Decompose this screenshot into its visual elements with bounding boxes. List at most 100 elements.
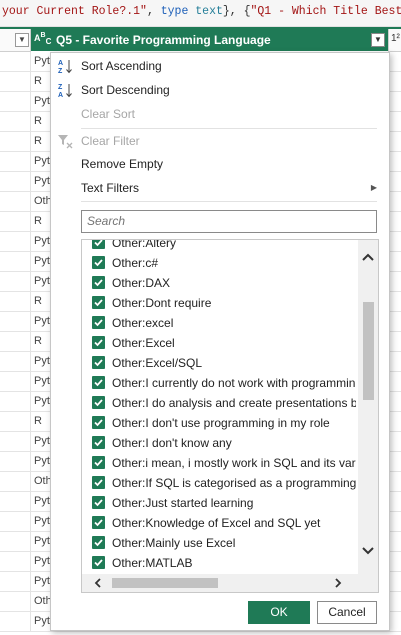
- filter-value-label: Other:MATLAB: [112, 556, 193, 570]
- scroll-right-icon[interactable]: [332, 577, 344, 589]
- filter-value-label: Other:Dont require: [112, 296, 212, 310]
- formula-string-2: "Q1 - Which Title Best Fi: [250, 5, 401, 18]
- formula-string-1: your Current Role?.1": [2, 5, 147, 18]
- scroll-down-icon[interactable]: [358, 540, 378, 560]
- sort-descending-label: Sort Descending: [81, 83, 170, 97]
- filter-value-label: Other:Mainly use Excel: [112, 536, 236, 550]
- filter-value-item[interactable]: Other:I don't use programming in my role: [82, 413, 356, 433]
- sort-descending-icon: Z A: [58, 84, 72, 98]
- cancel-button[interactable]: Cancel: [317, 601, 377, 624]
- checkbox-checked-icon[interactable]: [92, 316, 105, 329]
- checkbox-checked-icon[interactable]: [92, 476, 105, 489]
- formula-type-text: text: [195, 5, 223, 18]
- filter-value-label: Other:Excel: [112, 336, 175, 350]
- sort-ascending-icon: A Z: [58, 60, 72, 74]
- checkbox-checked-icon[interactable]: [92, 276, 105, 289]
- filter-value-item[interactable]: Other:i mean, i mostly work in SQL and i…: [82, 453, 356, 473]
- filter-value-item[interactable]: Other:Excel: [82, 333, 356, 353]
- filter-value-item[interactable]: Other:Just started learning: [82, 493, 356, 513]
- filter-menu: A Z Sort Ascending Z A Sort Descending C…: [50, 52, 390, 631]
- value-list[interactable]: Other:Altery Other:c# Other:DAX Other:Dont …: [81, 239, 379, 593]
- column-header[interactable]: ABC Q5 - Favorite Programming Language ▼: [31, 29, 388, 51]
- search-box[interactable]: [81, 210, 377, 233]
- formula-sep-1: ,: [146, 5, 161, 18]
- filter-value-item[interactable]: Other:If SQL is categorised as a program…: [82, 473, 356, 493]
- search-input[interactable]: [82, 211, 376, 230]
- checkbox-checked-icon[interactable]: [92, 436, 105, 449]
- remove-empty-label: Remove Empty: [81, 157, 164, 171]
- horizontal-scrollbar[interactable]: [82, 574, 378, 592]
- clear-sort-label: Clear Sort: [81, 107, 136, 121]
- filter-value-item[interactable]: Other:DAX: [82, 273, 356, 293]
- svg-text:Z: Z: [58, 68, 63, 74]
- checkbox-checked-icon[interactable]: [92, 296, 105, 309]
- filter-value-label: Other:i mean, i mostly work in SQL and i…: [112, 456, 356, 470]
- number-type-icon: 1²: [391, 33, 400, 44]
- filter-value-item[interactable]: Other:Altery: [82, 239, 356, 253]
- filter-value-item[interactable]: Other:Knowledge of Excel and SQL yet: [82, 513, 356, 533]
- svg-text:Z: Z: [58, 84, 63, 91]
- sort-ascending-label: Sort Ascending: [81, 59, 162, 73]
- formula-keyword-type: type: [160, 5, 189, 18]
- checkbox-checked-icon[interactable]: [92, 416, 105, 429]
- filter-value-item[interactable]: Other:Dont require: [82, 293, 356, 313]
- svg-text:A: A: [58, 60, 63, 67]
- filter-value-label: Other:I don't use programming in my role: [112, 416, 330, 430]
- text-filters-label: Text Filters: [81, 181, 140, 195]
- sort-descending-item[interactable]: Z A Sort Descending: [51, 79, 387, 101]
- submenu-arrow-icon: ▶: [370, 183, 377, 192]
- filter-dropdown-icon[interactable]: ▼: [371, 33, 385, 47]
- filter-value-label: Other:Knowledge of Excel and SQL yet: [112, 516, 321, 530]
- vertical-scroll-thumb[interactable]: [363, 302, 374, 400]
- prev-column-header[interactable]: ▼: [0, 29, 31, 52]
- clear-sort-item: Clear Sort: [51, 103, 387, 125]
- filter-value-item[interactable]: Other:I don't know any: [82, 433, 356, 453]
- menu-separator: [81, 128, 377, 129]
- checkbox-checked-icon[interactable]: [92, 516, 105, 529]
- filter-value-item[interactable]: Other:I do analysis and create presentat…: [82, 393, 356, 413]
- filter-value-label: Other:c#: [112, 256, 159, 270]
- filter-value-label: Other:Altery: [112, 239, 177, 250]
- text-filters-item[interactable]: Text Filters ▶: [51, 177, 387, 199]
- next-column-header[interactable]: 1²: [388, 29, 401, 52]
- scroll-left-icon[interactable]: [92, 577, 104, 589]
- horizontal-scroll-thumb[interactable]: [112, 578, 218, 588]
- filter-value-item[interactable]: Other:MATLAB: [82, 553, 356, 573]
- checkbox-checked-icon[interactable]: [92, 336, 105, 349]
- checkbox-checked-icon[interactable]: [92, 240, 105, 249]
- filter-value-item[interactable]: Other:c#: [82, 253, 356, 273]
- filter-value-label: Other:DAX: [112, 276, 171, 290]
- value-list-items: Other:Altery Other:c# Other:DAX Other:Dont …: [82, 239, 356, 573]
- formula-bar[interactable]: your Current Role?.1", type text}, {"Q1 …: [0, 0, 401, 27]
- filter-value-item[interactable]: Other:excel: [82, 313, 356, 333]
- checkbox-checked-icon[interactable]: [92, 536, 105, 549]
- filter-value-label: Other:I don't know any: [112, 436, 232, 450]
- formula-sep-2: }, {: [222, 5, 251, 18]
- scroll-up-icon[interactable]: [358, 248, 378, 268]
- column-title: Q5 - Favorite Programming Language: [56, 33, 271, 47]
- remove-empty-item[interactable]: Remove Empty: [51, 153, 387, 175]
- checkbox-checked-icon[interactable]: [92, 356, 105, 369]
- checkbox-checked-icon[interactable]: [92, 456, 105, 469]
- filter-value-label: Other:excel: [112, 316, 174, 330]
- ok-button[interactable]: OK: [248, 601, 310, 624]
- filter-value-item[interactable]: Other:Excel/SQL: [82, 353, 356, 373]
- vertical-scrollbar[interactable]: [358, 240, 378, 574]
- filter-value-item[interactable]: Other:I currently do not work with progr…: [82, 373, 356, 393]
- checkbox-checked-icon[interactable]: [92, 376, 105, 389]
- filter-value-item[interactable]: Other:Mainly use Excel: [82, 533, 356, 553]
- filter-value-label: Other:I do analysis and create presentat…: [112, 396, 356, 410]
- checkbox-checked-icon[interactable]: [92, 556, 105, 569]
- filter-value-label: Other:Just started learning: [112, 496, 254, 510]
- checkbox-checked-icon[interactable]: [92, 396, 105, 409]
- filter-value-label: Other:Excel/SQL: [112, 356, 203, 370]
- checkbox-checked-icon[interactable]: [92, 496, 105, 509]
- clear-filter-icon: [58, 135, 73, 149]
- checkbox-checked-icon[interactable]: [92, 256, 105, 269]
- prev-column-dropdown-icon[interactable]: ▼: [15, 33, 29, 47]
- sort-ascending-item[interactable]: A Z Sort Ascending: [51, 55, 387, 77]
- menu-separator: [81, 201, 377, 202]
- clear-filter-item: Clear Filter: [51, 130, 387, 152]
- svg-text:A: A: [58, 92, 63, 98]
- text-type-icon[interactable]: ABC: [34, 31, 51, 46]
